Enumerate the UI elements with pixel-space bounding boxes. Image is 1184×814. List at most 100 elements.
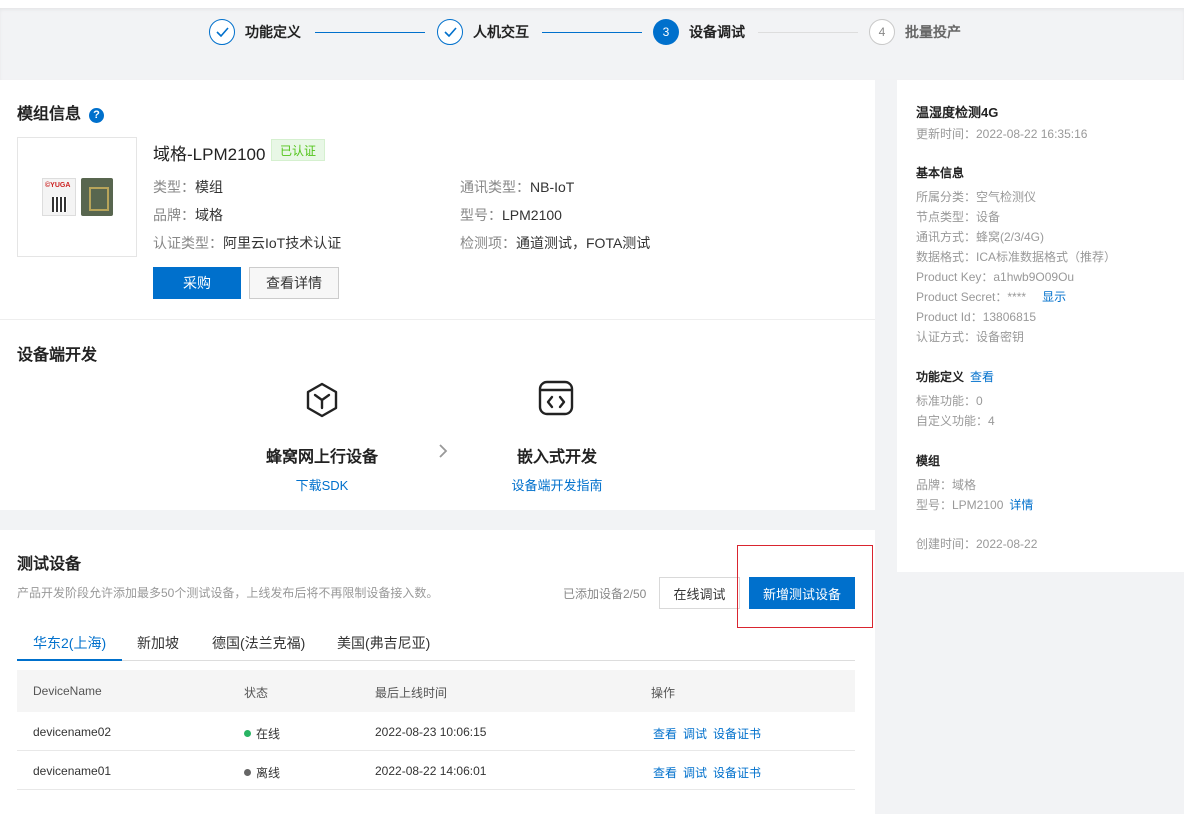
- tab-singapore[interactable]: 新加坡: [121, 628, 195, 661]
- help-icon[interactable]: ?: [89, 107, 105, 123]
- info-line: 标准功能：0: [916, 394, 983, 408]
- module-type: 类型：模组: [153, 179, 223, 195]
- highlight-box: [737, 545, 873, 628]
- view-link[interactable]: 查看: [653, 766, 677, 780]
- status-dot-icon: [244, 730, 251, 737]
- module-details-link[interactable]: 详情: [1009, 498, 1033, 512]
- column-header: 操作: [651, 686, 676, 700]
- step-connector: [758, 32, 858, 33]
- check-icon: [209, 19, 235, 45]
- buy-button[interactable]: 采购: [153, 267, 241, 299]
- device-name: devicename01: [33, 764, 112, 778]
- embedded-dev-card[interactable]: 嵌入式开发 设备端开发指南: [490, 443, 624, 494]
- module-check-items: 检测项：通道测试，FOTA测试: [460, 235, 651, 251]
- module-model-line: 型号：LPM2100 详情: [916, 496, 1033, 513]
- view-details-button[interactable]: 查看详情: [249, 267, 339, 299]
- divider: [0, 319, 875, 320]
- card-title: 蜂窝网上行设备: [265, 449, 378, 466]
- device-cert-link[interactable]: 设备证书: [713, 727, 761, 741]
- step-label: 设备调试: [689, 24, 745, 40]
- operations: 查看 调试 设备证书: [653, 725, 767, 742]
- module-image: ©YUGA: [17, 137, 137, 257]
- show-secret-link[interactable]: 显示: [1042, 290, 1066, 304]
- function-def-title: 功能定义 查看: [916, 368, 994, 385]
- certified-badge: 已认证: [271, 139, 326, 161]
- status-cell: 离线: [244, 764, 280, 781]
- device-count: 已添加设备2/50: [563, 587, 647, 601]
- debug-link[interactable]: 调试: [683, 766, 707, 780]
- step-number: 3: [653, 19, 679, 45]
- last-online-time: 2022-08-23 10:06:15: [375, 725, 487, 739]
- update-time: 更新时间：2022-08-22 16:35:16: [916, 127, 1088, 141]
- step-label: 批量投产: [905, 24, 961, 40]
- product-name: 温湿度检测4G: [916, 105, 999, 120]
- tab-germany[interactable]: 德国(法兰克福): [196, 628, 321, 661]
- step-connector: [315, 32, 425, 33]
- step-label: 人机交互: [473, 24, 529, 40]
- info-text: Product Secret：****: [916, 290, 1027, 304]
- column-header: DeviceName: [33, 684, 102, 698]
- module-title-side: 模组: [916, 454, 941, 468]
- cube-icon: [304, 381, 340, 422]
- basic-info-title: 基本信息: [916, 166, 965, 180]
- column-header: 最后上线时间: [375, 686, 448, 700]
- table-header: DeviceName 状态 最后上线时间 操作: [17, 670, 855, 712]
- info-line: 品牌：域格: [916, 478, 977, 492]
- dev-guide-link[interactable]: 设备端开发指南: [490, 475, 624, 494]
- info-line: 节点类型：设备: [916, 210, 1001, 224]
- step-device-debug[interactable]: 3 设备调试: [653, 19, 745, 45]
- column-header: 状态: [244, 686, 269, 700]
- info-line: Product Key：a1hwb9O09Ou: [916, 270, 1075, 284]
- online-debug-button[interactable]: 在线调试: [659, 577, 740, 609]
- product-secret-line: Product Secret：**** 显示: [916, 288, 1066, 305]
- code-window-icon: [537, 379, 575, 422]
- info-line: 所属分类：空气检测仪: [916, 190, 1037, 204]
- chip-logo: ©YUGA: [45, 182, 71, 189]
- step-mass-production[interactable]: 4 批量投产: [869, 19, 961, 45]
- step-connector: [542, 32, 642, 33]
- module-section-title: 模组信息?: [17, 100, 105, 124]
- info-line: 自定义功能：4: [916, 414, 995, 428]
- chevron-right-icon: [436, 442, 450, 463]
- module-brand: 品牌：域格: [153, 207, 223, 223]
- view-function-link[interactable]: 查看: [970, 370, 994, 384]
- step-label: 功能定义: [245, 24, 301, 40]
- check-icon: [437, 19, 463, 45]
- status-text: 离线: [256, 766, 281, 780]
- info-line: Product Id：13806815: [916, 310, 1037, 324]
- status-text: 在线: [256, 727, 281, 741]
- module-cert-type: 认证类型：阿里云IoT技术认证: [153, 235, 342, 251]
- info-line: 认证方式：设备密钥: [916, 330, 1025, 344]
- module-name: 域格-LPM2100: [153, 145, 266, 164]
- view-link[interactable]: 查看: [653, 727, 677, 741]
- step-interaction[interactable]: 人机交互: [437, 19, 529, 45]
- cellular-device-card[interactable]: 蜂窝网上行设备 下载SDK: [250, 443, 394, 494]
- info-text: 型号：LPM2100: [916, 498, 1004, 512]
- test-devices-desc: 产品开发阶段允许添加最多50个测试设备，上线发布后将不再限制设备接入数。: [17, 586, 439, 600]
- module-model: 型号：LPM2100: [460, 207, 562, 223]
- region-tabs: 华东2(上海) 新加坡 德国(法兰克福) 美国(弗吉尼亚): [17, 628, 855, 661]
- last-online-time: 2022-08-22 14:06:01: [375, 764, 487, 778]
- tab-usa[interactable]: 美国(弗吉尼亚): [321, 628, 446, 661]
- info-line: 通讯方式：蜂窝(2/3/4G): [916, 230, 1045, 244]
- table-row: devicename02 在线 2022-08-23 10:06:15 查看 调试…: [17, 712, 855, 751]
- step-number: 4: [869, 19, 895, 45]
- step-function-definition[interactable]: 功能定义: [209, 19, 301, 45]
- download-sdk-link[interactable]: 下载SDK: [250, 475, 394, 494]
- test-devices-title: 测试设备: [17, 556, 82, 573]
- device-cert-link[interactable]: 设备证书: [713, 766, 761, 780]
- tab-east-china-2[interactable]: 华东2(上海): [17, 628, 123, 661]
- module-comm-type: 通讯类型：NB-IoT: [460, 179, 575, 195]
- card-title: 嵌入式开发: [516, 449, 597, 466]
- table-row: devicename01 离线 2022-08-22 14:06:01 查看 调试…: [17, 751, 855, 790]
- section-label: 功能定义: [916, 370, 965, 384]
- info-line: 数据格式：ICA标准数据格式（推荐）: [916, 250, 1117, 264]
- module-title: 模组信息: [17, 106, 82, 123]
- status-dot-icon: [244, 769, 251, 776]
- device-name: devicename02: [33, 725, 112, 739]
- device-dev-title: 设备端开发: [17, 347, 98, 364]
- created-time: 创建时间：2022-08-22: [916, 537, 1038, 551]
- chip-icon: ©YUGA: [42, 178, 76, 216]
- stepper-bar: [0, 0, 1184, 80]
- debug-link[interactable]: 调试: [683, 727, 707, 741]
